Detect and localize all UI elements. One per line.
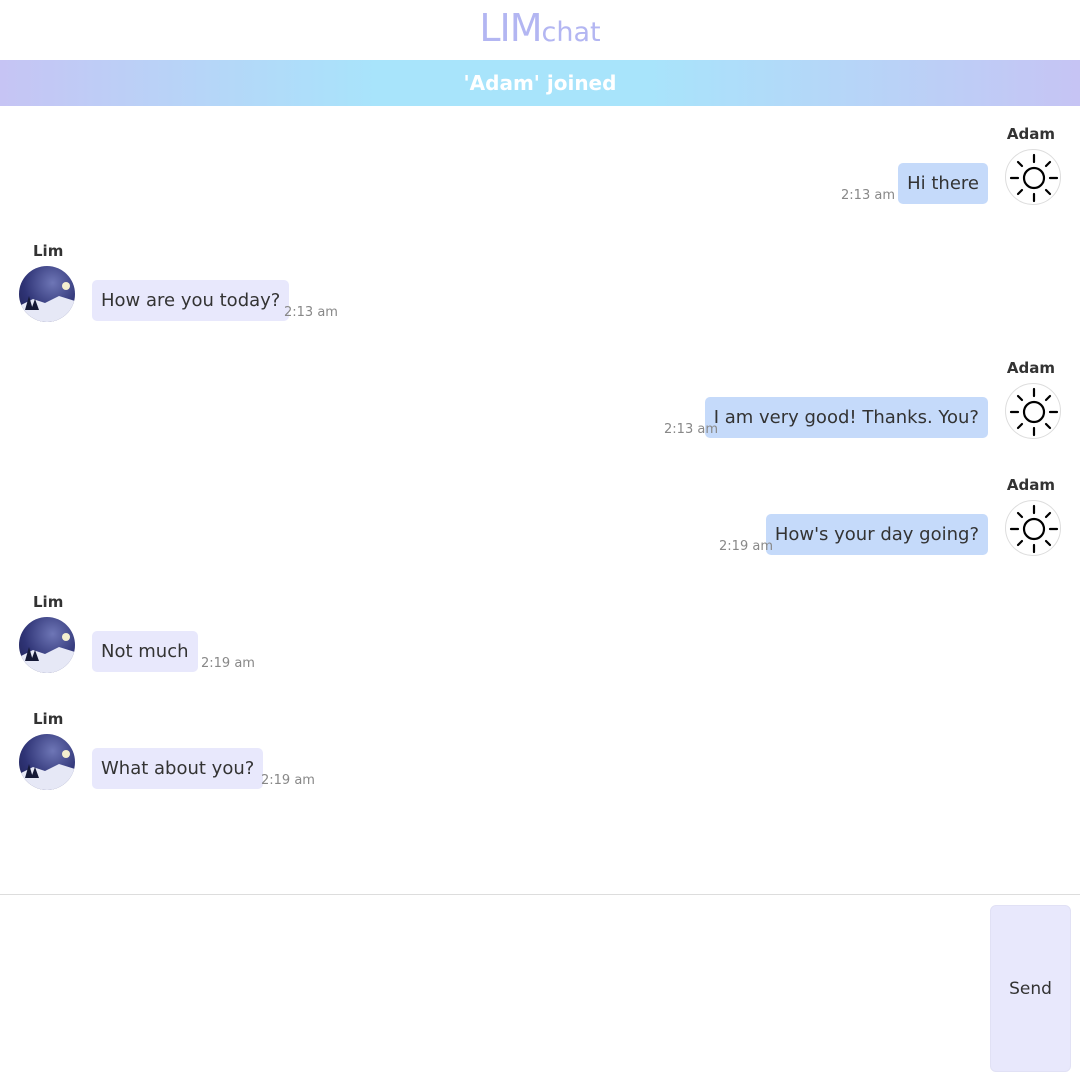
message-timestamp: 2:19 am: [261, 773, 315, 788]
message-timestamp: 2:13 am: [664, 422, 718, 437]
join-notification-banner: 'Adam' joined: [0, 60, 1080, 106]
logo-small-text: chat: [541, 17, 601, 48]
message-text: How are you today?: [101, 290, 281, 311]
send-button[interactable]: Send: [990, 905, 1071, 1072]
logo-big-text: LIM: [479, 6, 542, 50]
sun-icon: [1005, 383, 1061, 439]
message-composer: Send: [0, 894, 1080, 1080]
message-text: I am very good! Thanks. You?: [713, 407, 979, 428]
message-item: Lim Not much 2:19 am: [0, 574, 1080, 684]
message-item: Lim How are you today? 2:13 am: [0, 223, 1080, 333]
sender-name: Lim: [33, 242, 64, 260]
message-bubble: Hi there: [898, 163, 988, 204]
night-landscape-avatar: [19, 734, 75, 790]
sender-name: Adam: [1006, 359, 1055, 377]
message-timestamp: 2:19 am: [719, 539, 773, 554]
message-bubble: How are you today?: [92, 280, 290, 321]
sender-name: Lim: [33, 710, 64, 728]
message-timestamp: 2:13 am: [841, 188, 895, 203]
sun-icon: [1005, 500, 1061, 556]
message-item: Adam How's your day going? 2:19 am: [0, 457, 1080, 567]
message-text: Hi there: [907, 173, 979, 194]
message-item: Adam I am very good! Thanks. You? 2:13 a…: [0, 340, 1080, 450]
sender-name: Adam: [1006, 125, 1055, 143]
sender-name: Adam: [1006, 476, 1055, 494]
message-bubble: What about you?: [92, 748, 264, 789]
app-header: LIM chat: [0, 0, 1080, 60]
message-text: How's your day going?: [774, 524, 979, 545]
message-timestamp: 2:19 am: [201, 656, 255, 671]
message-timestamp: 2:13 am: [284, 305, 338, 320]
night-landscape-avatar: [19, 617, 75, 673]
message-item: Adam Hi there 2:13 am: [0, 106, 1080, 216]
message-input[interactable]: [0, 895, 980, 1080]
message-text: What about you?: [101, 758, 255, 779]
send-button-label: Send: [1009, 978, 1052, 999]
sun-icon: [1005, 149, 1061, 205]
night-landscape-avatar: [19, 266, 75, 322]
join-notification-text: 'Adam' joined: [463, 71, 617, 95]
sender-name: Lim: [33, 593, 64, 611]
message-list[interactable]: Adam Hi there 2:13 am Lim How are you to…: [0, 106, 1080, 894]
message-bubble: How's your day going?: [765, 514, 988, 555]
message-bubble: I am very good! Thanks. You?: [704, 397, 988, 438]
app-logo: LIM chat: [479, 0, 600, 60]
message-item: Lim What about you? 2:19 am: [0, 691, 1080, 801]
message-text: Not much: [101, 641, 189, 662]
message-bubble: Not much: [92, 631, 198, 672]
